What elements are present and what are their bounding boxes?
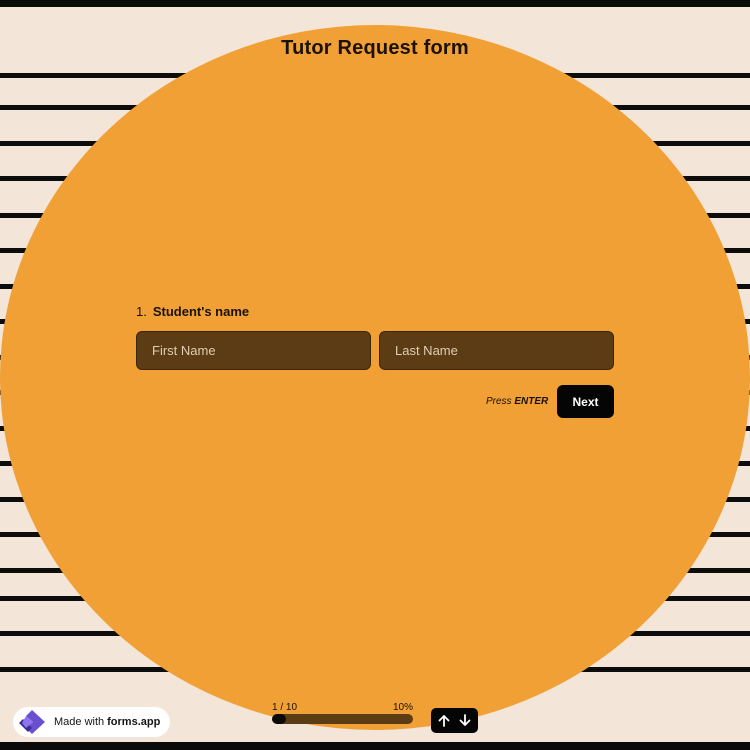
progress-bar-fill (272, 714, 287, 724)
question-text: Student's name (152, 304, 250, 319)
bottom-border (0, 742, 750, 750)
previous-question-button[interactable] (435, 712, 453, 730)
question-number: 1. (136, 304, 147, 319)
next-question-button[interactable] (456, 712, 474, 730)
background-circle (0, 25, 750, 730)
last-name-input[interactable] (379, 331, 614, 370)
arrow-down-icon (459, 714, 471, 726)
press-enter-prefix: Press (486, 396, 512, 407)
progress-count: 1 / 10 (272, 702, 298, 713)
progress-percent: 10% (393, 702, 414, 713)
press-enter-key: ENTER (514, 396, 549, 407)
form-title: Tutor Request form (281, 37, 469, 59)
question-label: 1. Student's name (136, 304, 249, 319)
badge-prefix: Made with (54, 716, 105, 728)
forms-app-logo-icon (19, 710, 45, 734)
made-with-forms-app-badge[interactable]: Made with forms.app (13, 707, 170, 737)
press-enter-hint: Press ENTER (486, 396, 548, 407)
next-button[interactable]: Next (557, 385, 614, 418)
progress-bar (272, 714, 413, 724)
badge-brand: forms.app (107, 716, 161, 728)
first-name-input[interactable] (136, 331, 371, 370)
arrow-up-icon (438, 715, 450, 727)
question-navigation (431, 708, 478, 733)
